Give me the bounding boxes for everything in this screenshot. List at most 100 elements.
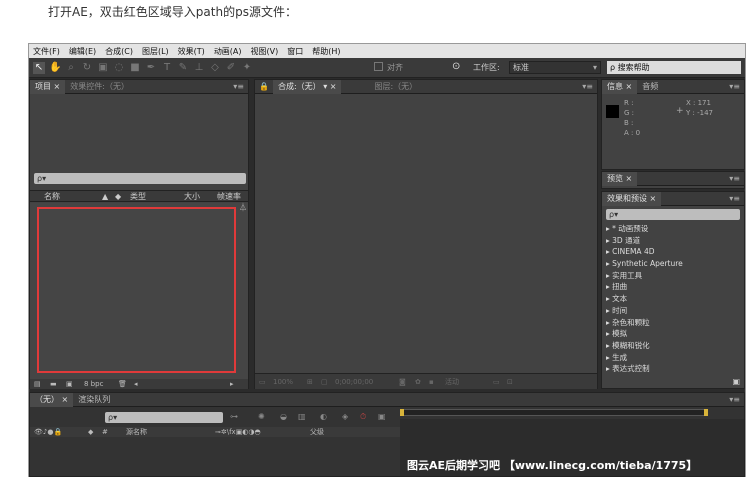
comp-mini-flowchart-icon[interactable]: ⊶ [230, 412, 238, 421]
tab-info[interactable]: 信息 × [602, 79, 638, 94]
panel-menu-icon[interactable]: ▾≡ [729, 172, 740, 186]
effect-category[interactable]: ▸ * 动画预设 [602, 223, 744, 235]
menu-effect[interactable]: 效果(T) [178, 46, 205, 57]
switches-icon[interactable]: ⊸✲\fx▣◐◑◓ [215, 427, 261, 437]
brush-tool-icon[interactable]: ✎ [177, 62, 189, 74]
search-help-input[interactable]: ρ 搜索帮助 [607, 61, 741, 74]
shy-layers-icon[interactable]: ◒ [280, 412, 287, 421]
av-features-icon[interactable]: 👁♪●🔒 [34, 427, 62, 437]
effect-category[interactable]: ▸ 模糊和锐化 [602, 340, 744, 352]
stopwatch-icon[interactable]: ⏱ [360, 412, 366, 422]
tab-audio[interactable]: 音频 [637, 80, 663, 94]
puppet-tool-icon[interactable]: ✦ [241, 62, 253, 74]
panel-menu-icon[interactable]: ▾≡ [729, 192, 740, 206]
tab-project[interactable]: 项目 × [30, 79, 66, 94]
interpret-footage-icon[interactable]: ▤ [34, 379, 41, 389]
column-parent[interactable]: 父级 [310, 427, 324, 437]
vr-icon[interactable]: ⊙ [452, 61, 460, 72]
camera-tool-icon[interactable]: ▣ [97, 62, 109, 74]
pen-tool-icon[interactable]: ✒ [145, 62, 157, 74]
timeline-search-input[interactable]: ρ▾ [105, 412, 223, 423]
panel-menu-icon[interactable]: ▾≡ [582, 80, 593, 94]
effect-category[interactable]: ▸ 时间 [602, 305, 744, 317]
column-type[interactable]: 类型 [130, 191, 146, 203]
selection-tool-icon[interactable]: ↖ [33, 61, 45, 74]
work-area-bar[interactable] [400, 409, 708, 416]
channel-icon[interactable]: ✿ [415, 374, 421, 390]
flowchart-icon[interactable]: ⏃ [239, 202, 247, 213]
color-icon[interactable]: ▪ [429, 374, 434, 390]
import-highlight-box[interactable] [37, 207, 236, 373]
panel-menu-icon[interactable]: ▾≡ [233, 80, 244, 94]
column-size[interactable]: 大小 [184, 191, 200, 203]
lock-icon[interactable]: 🔒 [255, 82, 273, 91]
new-comp-icon[interactable]: ▣ [66, 379, 73, 389]
menu-edit[interactable]: 编辑(E) [69, 46, 96, 57]
zoom-select[interactable]: 100% [273, 374, 293, 390]
mask-toggle-icon[interactable]: ▢ [321, 374, 328, 390]
hand-tool-icon[interactable]: ✋ [49, 62, 61, 74]
clone-tool-icon[interactable]: ⊥ [193, 62, 205, 74]
effect-category[interactable]: ▸ Synthetic Aperture [602, 258, 744, 270]
region-icon[interactable]: ⊡ [507, 374, 513, 390]
motion-blur-icon[interactable]: ◐ [320, 412, 327, 421]
tab-render-queue[interactable]: 渲染队列 [73, 393, 115, 407]
menu-view[interactable]: 视图(V) [251, 46, 279, 57]
effects-search-input[interactable]: ρ▾ [606, 209, 740, 220]
draft-3d-icon[interactable]: ✺ [258, 412, 265, 421]
grid-icon[interactable]: ⊞ [307, 374, 313, 390]
eraser-tool-icon[interactable]: ◇ [209, 62, 221, 74]
column-source-name[interactable]: 源名称 [126, 427, 147, 437]
mask-tool-icon[interactable]: ■ [129, 62, 141, 74]
tab-preview[interactable]: 预览 × [602, 171, 638, 186]
roto-brush-tool-icon[interactable]: ✐ [225, 62, 237, 74]
effect-category[interactable]: ▸ 实用工具 [602, 270, 744, 282]
view-select[interactable]: 活动 [445, 374, 459, 390]
align-checkbox[interactable] [374, 62, 383, 71]
menu-help[interactable]: 帮助(H) [312, 46, 340, 57]
column-number[interactable]: # [102, 427, 108, 437]
panel-menu-icon[interactable]: ▾≡ [729, 393, 740, 407]
magnifier-toggle-icon[interactable]: ▭ [259, 374, 266, 390]
effect-category[interactable]: ▸ 模拟 [602, 328, 744, 340]
effect-category[interactable]: ▸ 杂色和颗粒 [602, 317, 744, 329]
effect-category[interactable]: ▸ 3D 通道 [602, 235, 744, 247]
effect-category[interactable]: ▸ 生成 [602, 352, 744, 364]
column-name[interactable]: 名称 [44, 191, 60, 203]
tab-effect-controls[interactable]: 效果控件:（无） [65, 80, 134, 94]
work-area-end-handle[interactable] [704, 409, 708, 416]
type-tool-icon[interactable]: T [161, 62, 173, 74]
brainstorm-icon[interactable]: ▣ [378, 412, 386, 421]
tab-layer[interactable]: 图层:（无） [369, 80, 422, 94]
tab-composition[interactable]: 合成:（无） ▾ × [272, 79, 342, 94]
new-preset-icon[interactable]: ▣ [732, 377, 740, 386]
zoom-tool-icon[interactable]: ⌕ [65, 62, 77, 74]
rotate-tool-icon[interactable]: ↻ [81, 62, 93, 74]
trash-icon[interactable]: 🗑 [118, 379, 127, 389]
scroll-right-icon[interactable]: ▸ [230, 379, 234, 389]
menu-layer[interactable]: 图层(L) [142, 46, 169, 57]
new-folder-icon[interactable]: ▬ [50, 379, 57, 389]
menu-animation[interactable]: 动画(A) [214, 46, 242, 57]
workspace-select[interactable]: 标准 ▾ [509, 61, 601, 74]
layout-icon[interactable]: ▭ [493, 374, 500, 390]
effect-category[interactable]: ▸ 扭曲 [602, 281, 744, 293]
scroll-left-icon[interactable]: ◂ [134, 379, 138, 389]
effect-category[interactable]: ▸ 文本 [602, 293, 744, 305]
work-area-start-handle[interactable] [400, 409, 404, 416]
tab-effects-presets[interactable]: 效果和预设 × [602, 191, 662, 206]
graph-editor-icon[interactable]: ◈ [342, 412, 348, 421]
bpc-label[interactable]: 8 bpc [84, 379, 103, 389]
tab-timeline-none[interactable]: （无） × [30, 392, 74, 407]
project-search-input[interactable]: ρ▾ [34, 173, 246, 184]
pan-behind-tool-icon[interactable]: ◌ [113, 62, 125, 74]
column-framerate[interactable]: 帧速率 [217, 191, 241, 203]
timecode-display[interactable]: 0;00;00;00 [335, 374, 373, 390]
effect-category[interactable]: ▸ 表达式控制 [602, 363, 744, 375]
panel-menu-icon[interactable]: ▾≡ [729, 80, 740, 94]
frame-blending-icon[interactable]: ▥ [298, 412, 306, 421]
snapshot-icon[interactable]: ◙ [399, 374, 406, 390]
menu-window[interactable]: 窗口 [287, 46, 303, 57]
effect-category[interactable]: ▸ CINEMA 4D [602, 246, 744, 258]
menu-composition[interactable]: 合成(C) [105, 46, 133, 57]
